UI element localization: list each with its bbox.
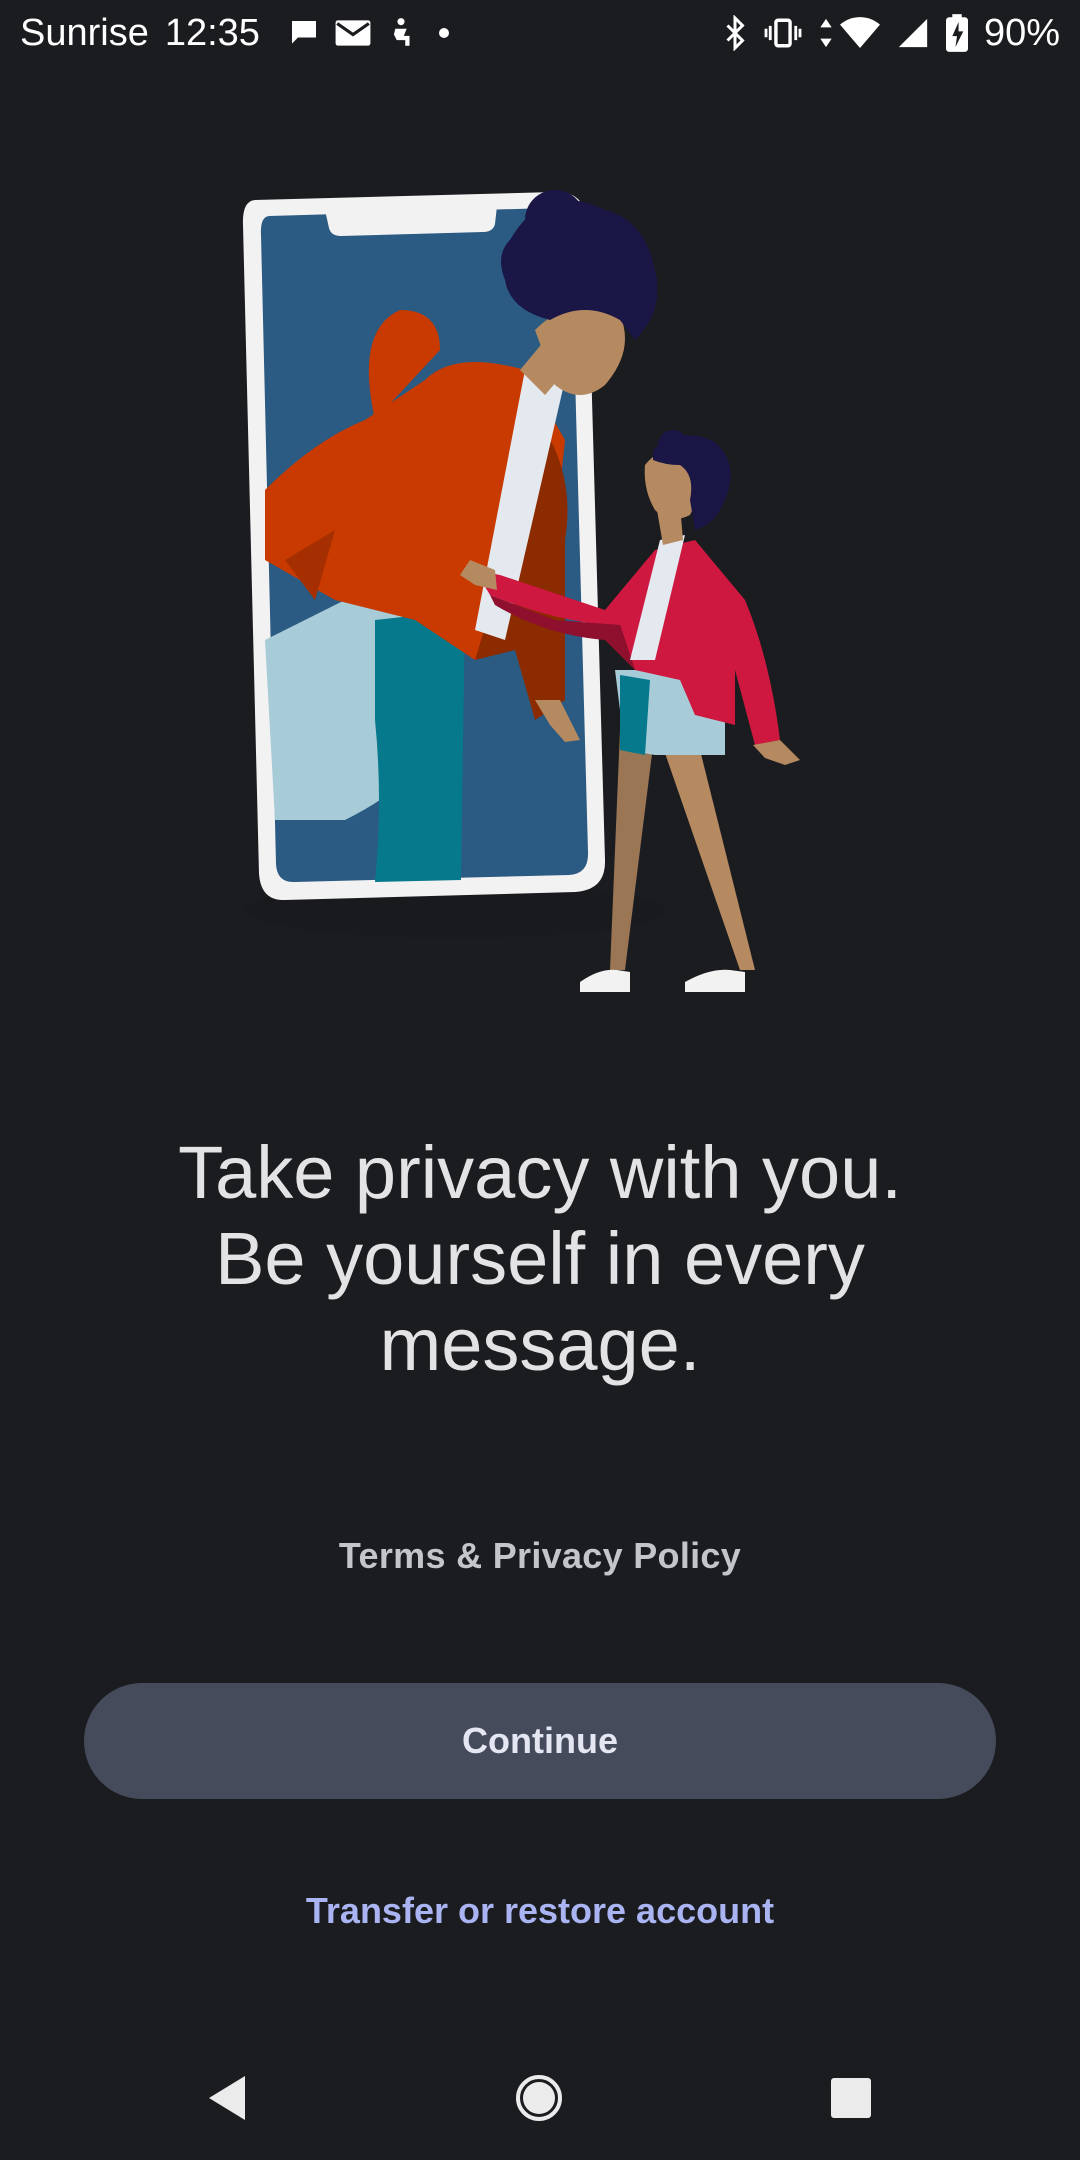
cell-signal-icon [896,16,930,50]
chat-bubble-icon [286,15,322,51]
transfer-restore-link[interactable]: Transfer or restore account [240,1890,840,1932]
carrier-name: Sunrise [20,11,149,54]
recents-icon [830,2077,872,2124]
home-icon [514,2073,564,2128]
back-icon [205,2074,249,2127]
battery-percent: 90% [983,11,1060,54]
data-arrows-icon [818,16,834,50]
battery-charging-icon [945,14,968,52]
home-button[interactable] [507,2068,571,2132]
phone-people-illustration [225,180,865,1010]
status-left: Sunrise 12:35 [20,8,450,58]
terms-privacy-link[interactable]: Terms & Privacy Policy [240,1535,840,1577]
status-bar: Sunrise 12:35 90% [0,0,1080,66]
system-nav-bar [0,2040,1080,2160]
headline-line-3: message. [379,1303,701,1386]
accessibility-icon [384,15,418,51]
recents-button[interactable] [819,2068,883,2132]
headline-line-1: Take privacy with you. [178,1131,902,1214]
continue-button-label: Continue [462,1720,618,1761]
back-button[interactable] [195,2068,259,2132]
welcome-headline: Take privacy with you. Be yourself in ev… [90,1130,990,1388]
headline-line-2: Be yourself in every [215,1217,865,1300]
mail-icon [334,17,372,49]
status-right: 90% [722,8,1060,58]
vibrate-icon [764,16,802,50]
wifi-icon [839,16,880,50]
continue-button[interactable]: Continue [84,1683,996,1799]
clock: 12:35 [164,11,260,54]
welcome-screen: Sunrise 12:35 90% Take privacy with you.… [0,0,1080,2160]
notification-dot-icon [438,27,450,39]
bluetooth-icon [722,15,748,51]
